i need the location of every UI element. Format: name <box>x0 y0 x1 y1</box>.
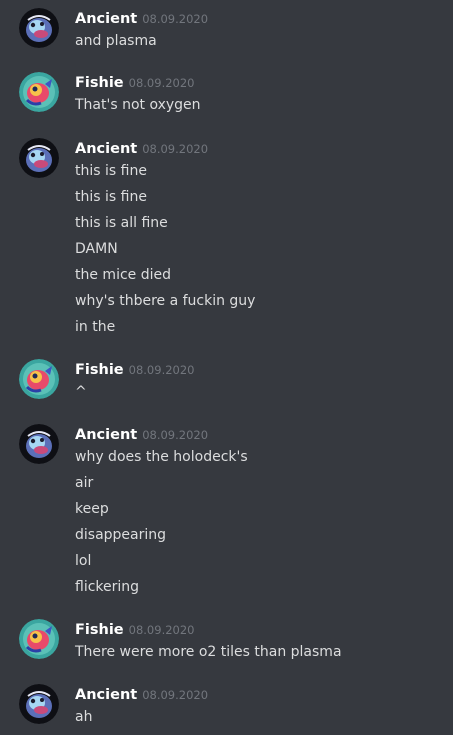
avatar[interactable] <box>19 424 59 464</box>
message-text: There were more o2 tiles than plasma <box>75 644 342 660</box>
avatar[interactable] <box>19 359 59 399</box>
message-text: this is fine <box>75 189 147 205</box>
author-name[interactable]: Fishie <box>75 362 124 378</box>
message-timestamp: 08.09.2020 <box>142 142 209 156</box>
fishie-avatar-icon <box>19 619 59 659</box>
avatar[interactable] <box>19 138 59 178</box>
message-timestamp: 08.09.2020 <box>142 12 209 26</box>
message-text: why's thbere a fuckin guy <box>75 293 256 309</box>
message-text: flickering <box>75 579 140 595</box>
avatar[interactable] <box>19 72 59 112</box>
author-name[interactable]: Ancient <box>75 11 137 27</box>
message-timestamp: 08.09.2020 <box>128 76 195 90</box>
message-text: why does the holodeck's <box>75 449 248 465</box>
avatar[interactable] <box>19 8 59 48</box>
ancient-avatar-icon <box>19 138 59 178</box>
ancient-avatar-icon <box>19 424 59 464</box>
message-text: air <box>75 475 94 491</box>
author-name[interactable]: Ancient <box>75 687 137 703</box>
ancient-avatar-icon <box>19 684 59 724</box>
message-text: in the <box>75 319 116 335</box>
author-name[interactable]: Fishie <box>75 622 124 638</box>
message-text: That's not oxygen <box>75 97 201 113</box>
message-timestamp: 08.09.2020 <box>128 363 195 377</box>
message-text: keep <box>75 501 109 517</box>
message-timestamp: 08.09.2020 <box>142 688 209 702</box>
avatar[interactable] <box>19 684 59 724</box>
fishie-avatar-icon <box>19 359 59 399</box>
author-name[interactable]: Fishie <box>75 75 124 91</box>
message-text: lol <box>75 553 92 569</box>
avatar[interactable] <box>19 619 59 659</box>
ancient-avatar-icon <box>19 8 59 48</box>
message-text: ah <box>75 709 93 725</box>
author-name[interactable]: Ancient <box>75 427 137 443</box>
message-text: this is fine <box>75 163 147 179</box>
message-text: ^ <box>75 384 87 400</box>
message-timestamp: 08.09.2020 <box>142 428 209 442</box>
message-text: this is all fine <box>75 215 168 231</box>
message-text: disappearing <box>75 527 167 543</box>
message-text: and plasma <box>75 33 157 49</box>
author-name[interactable]: Ancient <box>75 141 137 157</box>
message-text: DAMN <box>75 241 118 257</box>
message-timestamp: 08.09.2020 <box>128 623 195 637</box>
fishie-avatar-icon <box>19 72 59 112</box>
message-text: the mice died <box>75 267 171 283</box>
